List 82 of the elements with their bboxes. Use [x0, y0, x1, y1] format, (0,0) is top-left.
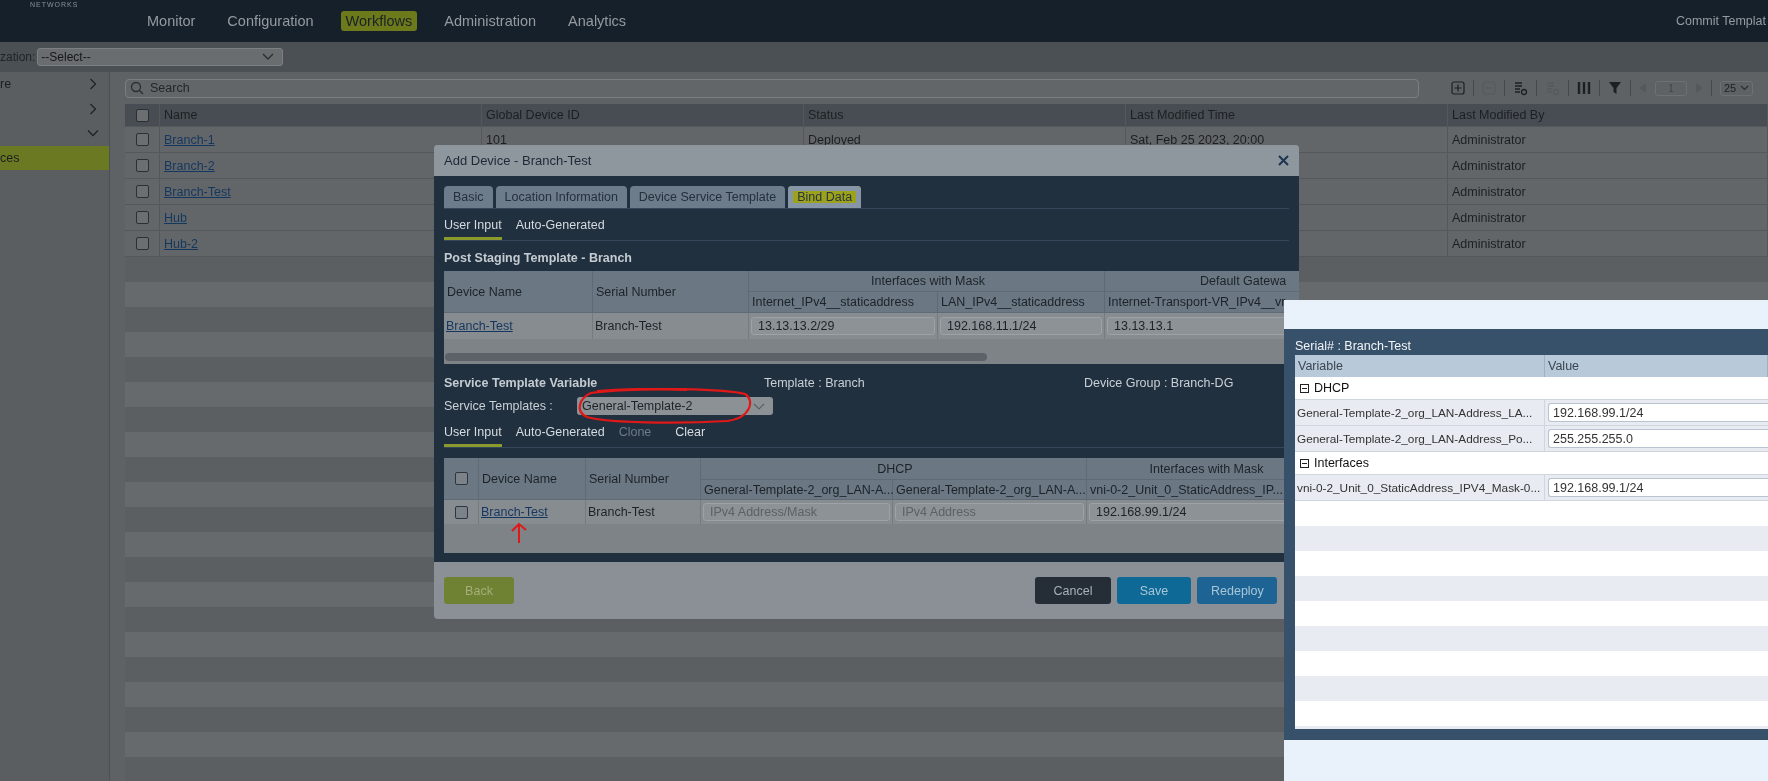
close-icon[interactable] [1278, 155, 1289, 166]
nav-tab[interactable]: Analytics [563, 11, 632, 31]
table-cell: 101 [486, 132, 507, 147]
caret-icon [262, 53, 275, 61]
tab[interactable]: Bind Data [788, 186, 862, 208]
scrollbar-thumb[interactable] [445, 353, 987, 361]
cancel-button[interactable]: Cancel [1035, 577, 1111, 604]
checkbox[interactable] [135, 185, 149, 198]
nav-tab[interactable]: Administration [439, 11, 542, 31]
search-icon [130, 80, 144, 95]
input-field[interactable]: 13.13.13.2/29 [751, 317, 935, 335]
table-cell: Sat, Feb 25 2023, 20:00 [1130, 132, 1265, 147]
list-settings-icon[interactable] [1513, 80, 1528, 96]
table-cell: Branch-Test [588, 505, 655, 519]
table-cell: Deployed [808, 132, 861, 147]
checkbox[interactable] [135, 133, 149, 146]
column-header: Internet-Transport-VR_IPv4__vr [1105, 292, 1299, 313]
column-group-header: Default Gatewa [1105, 271, 1299, 292]
dialog-title: Add Device - Branch-Test [444, 153, 592, 168]
column-header: Internet_IPv4__staticaddress [749, 292, 938, 313]
search-field[interactable]: Search [125, 78, 1419, 98]
column-header: Device Name [444, 271, 593, 313]
input-field[interactable]: 255.255.255.0 [1548, 429, 1768, 448]
column-group-header: Interfaces with Mask [749, 271, 1105, 292]
table-cell: Administrator [1452, 236, 1526, 251]
column-header: Device Name [479, 458, 586, 500]
header-link[interactable]: Commit Templat [1675, 14, 1766, 28]
device-group-label: Device Group : Branch-DG [1084, 376, 1234, 390]
caret-icon [753, 402, 765, 410]
table-cell: Administrator [1452, 210, 1526, 225]
input-field[interactable]: 192.168.11.1/24 [940, 317, 1102, 335]
organization-select[interactable]: --Select-- [37, 48, 284, 66]
variable-name: vni-0-2_Unit_0_StaticAddress_IPV4_Mask-0... [1295, 475, 1545, 500]
annotation-arrow [510, 522, 528, 544]
add-icon[interactable] [1451, 81, 1465, 95]
field-label: Service Templates : [444, 399, 554, 413]
nav-tab[interactable]: Monitor [142, 11, 201, 31]
template-select[interactable]: General-Template-2 [577, 397, 773, 415]
sub-tab[interactable]: User Input [444, 213, 502, 240]
columns-icon[interactable] [1577, 81, 1591, 95]
collapse-icon[interactable] [1300, 383, 1309, 393]
page-size-select[interactable]: 25 [1720, 80, 1754, 96]
collapse-icon[interactable] [1300, 458, 1309, 468]
section-title: Post Staging Template - Branch [444, 251, 633, 265]
sidebar-item[interactable]: ces [0, 145, 109, 170]
checkbox[interactable] [135, 237, 149, 250]
tab[interactable]: Device Service Template [629, 186, 786, 208]
tab[interactable]: Location Information [495, 186, 627, 208]
nav-tab[interactable]: Workflows [340, 11, 418, 31]
save-button[interactable]: Save [1117, 577, 1191, 604]
column-header: LAN_IPv4__staticaddress [938, 292, 1105, 313]
checkbox[interactable] [454, 505, 468, 519]
variable-name: General-Template-2_org_LAN-Address_LA... [1295, 400, 1545, 425]
table-cell: Administrator [1452, 158, 1526, 173]
column-header: Serial Number [586, 458, 701, 500]
tab[interactable]: Basic [444, 186, 493, 208]
filter-icon[interactable] [1608, 81, 1622, 95]
checkbox[interactable] [135, 159, 149, 172]
table-cell: Administrator [1452, 132, 1526, 147]
sub-tab[interactable]: Auto-Generated [515, 420, 605, 447]
table-cell: Administrator [1452, 184, 1526, 199]
checkbox[interactable] [135, 211, 149, 224]
nav-tab[interactable]: Configuration [222, 11, 319, 31]
column-header: Serial Number [593, 271, 749, 313]
caret-icon [1740, 85, 1750, 91]
table-cell: Branch-Test [595, 319, 662, 333]
checkbox[interactable] [454, 472, 468, 485]
sub-tab[interactable]: Clear [675, 420, 706, 447]
sub-tab[interactable]: User Input [444, 420, 502, 447]
column-group-header: DHCP [701, 458, 1087, 480]
template-label: Template : Branch [764, 376, 866, 390]
column-header: General-Template-2_org_LAN-A... [701, 480, 893, 500]
sidebar-item[interactable]: re [0, 72, 109, 97]
panel-title: Serial# : Branch-Test [1295, 339, 1413, 353]
input-field[interactable]: 192.168.99.1/24 [1548, 478, 1768, 497]
checkbox[interactable] [135, 108, 149, 122]
section-title: Service Template Variable [444, 376, 599, 390]
variable-name: General-Template-2_org_LAN-Address_Po... [1295, 426, 1545, 451]
sub-tab[interactable]: Auto-Generated [515, 213, 605, 240]
input-field[interactable]: 192.168.99.1/24 [1548, 403, 1768, 422]
column-header: General-Template-2_org_LAN-A... [893, 480, 1087, 500]
redeploy-button[interactable]: Redeploy [1197, 577, 1277, 604]
